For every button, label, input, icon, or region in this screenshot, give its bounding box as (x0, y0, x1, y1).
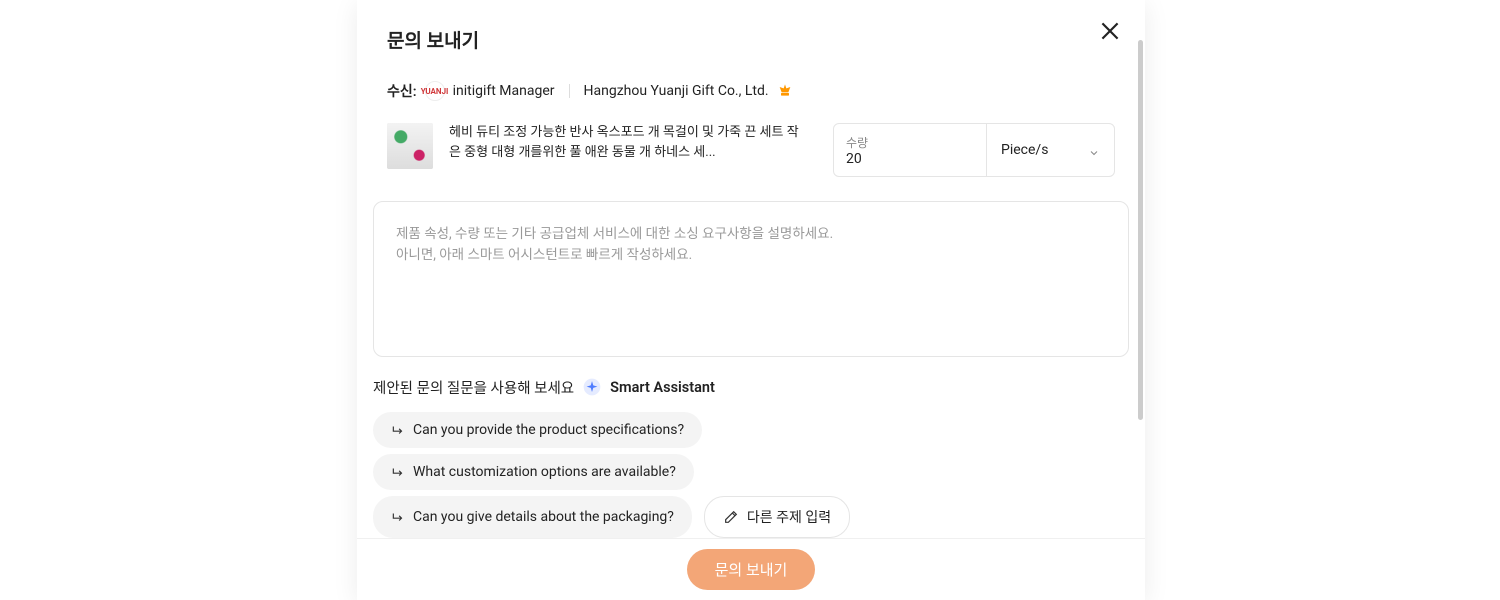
quantity-group: 수량 Piece/s (833, 123, 1115, 177)
insert-arrow-icon (391, 465, 405, 479)
product-thumbnail (387, 123, 433, 169)
suggestion-text: Can you provide the product specificatio… (413, 422, 684, 438)
suggestion-chip-row-1: Can you provide the product specificatio… (373, 412, 1129, 448)
product-name: 헤비 듀티 조정 가능한 반사 옥스포드 개 목걸이 및 가죽 끈 세트 작은 … (449, 123, 809, 163)
modal-title: 문의 보내기 (387, 26, 1115, 53)
chevron-down-icon (1088, 144, 1100, 156)
message-textarea[interactable]: 제품 속성, 수량 또는 기타 공급업체 서비스에 대한 소싱 요구사항을 설명… (373, 201, 1129, 357)
unit-text: Piece/s (1001, 142, 1048, 158)
suggestion-text: What customization options are available… (413, 464, 676, 480)
recipient-name: initigift Manager (453, 83, 555, 99)
vertical-divider (569, 84, 570, 98)
unit-select[interactable]: Piece/s (986, 124, 1114, 176)
insert-arrow-icon (391, 510, 405, 524)
recipient-company: Hangzhou Yuanji Gift Co., Ltd. (584, 83, 769, 99)
other-topic-chip[interactable]: 다른 주제 입력 (704, 496, 850, 538)
suggestion-chip-row-2: What customization options are available… (373, 454, 1129, 490)
recipient-avatar: YUANJI (425, 81, 445, 101)
suggestion-chip[interactable]: Can you provide the product specificatio… (373, 412, 702, 448)
submit-button[interactable]: 문의 보내기 (687, 549, 816, 590)
modal-scrollbar[interactable] (1137, 0, 1145, 600)
edit-icon (723, 509, 739, 525)
modal-body: 제품 속성, 수량 또는 기타 공급업체 서비스에 대한 소싱 요구사항을 설명… (357, 187, 1145, 538)
modal-footer: 문의 보내기 (357, 538, 1145, 600)
assistant-intro-text: 제안된 문의 질문을 사용해 보세요 (373, 377, 574, 398)
recipient-label: 수신: (387, 81, 417, 101)
quantity-label: 수량 (846, 134, 974, 151)
close-button[interactable] (1097, 18, 1123, 44)
recipient-row: 수신: YUANJI initigift Manager Hangzhou Yu… (387, 81, 1115, 101)
supplier-badge-icon (777, 83, 793, 99)
product-row: 헤비 듀티 조정 가능한 반사 옥스포드 개 목걸이 및 가죽 끈 세트 작은 … (387, 123, 1115, 177)
close-icon (1097, 29, 1123, 48)
inquiry-modal: 문의 보내기 수신: YUANJI initigift Manager Hang… (357, 0, 1145, 600)
assistant-name: Smart Assistant (610, 379, 715, 396)
suggestion-chip[interactable]: What customization options are available… (373, 454, 694, 490)
message-placeholder: 제품 속성, 수량 또는 기타 공급업체 서비스에 대한 소싱 요구사항을 설명… (396, 224, 1106, 266)
quantity-box[interactable]: 수량 (834, 124, 986, 176)
suggestion-chip-row-3: Can you give details about the packaging… (373, 496, 1129, 538)
suggestion-text: Can you give details about the packaging… (413, 509, 674, 525)
suggestion-chip[interactable]: Can you give details about the packaging… (373, 496, 692, 538)
insert-arrow-icon (391, 423, 405, 437)
scrollbar-thumb[interactable] (1138, 40, 1143, 420)
modal-header: 문의 보내기 수신: YUANJI initigift Manager Hang… (357, 0, 1145, 187)
assistant-intro-row: 제안된 문의 질문을 사용해 보세요 Smart Assistant (373, 377, 1129, 398)
quantity-input[interactable] (846, 151, 974, 167)
sparkle-icon (582, 377, 602, 397)
other-topic-text: 다른 주제 입력 (747, 507, 831, 527)
